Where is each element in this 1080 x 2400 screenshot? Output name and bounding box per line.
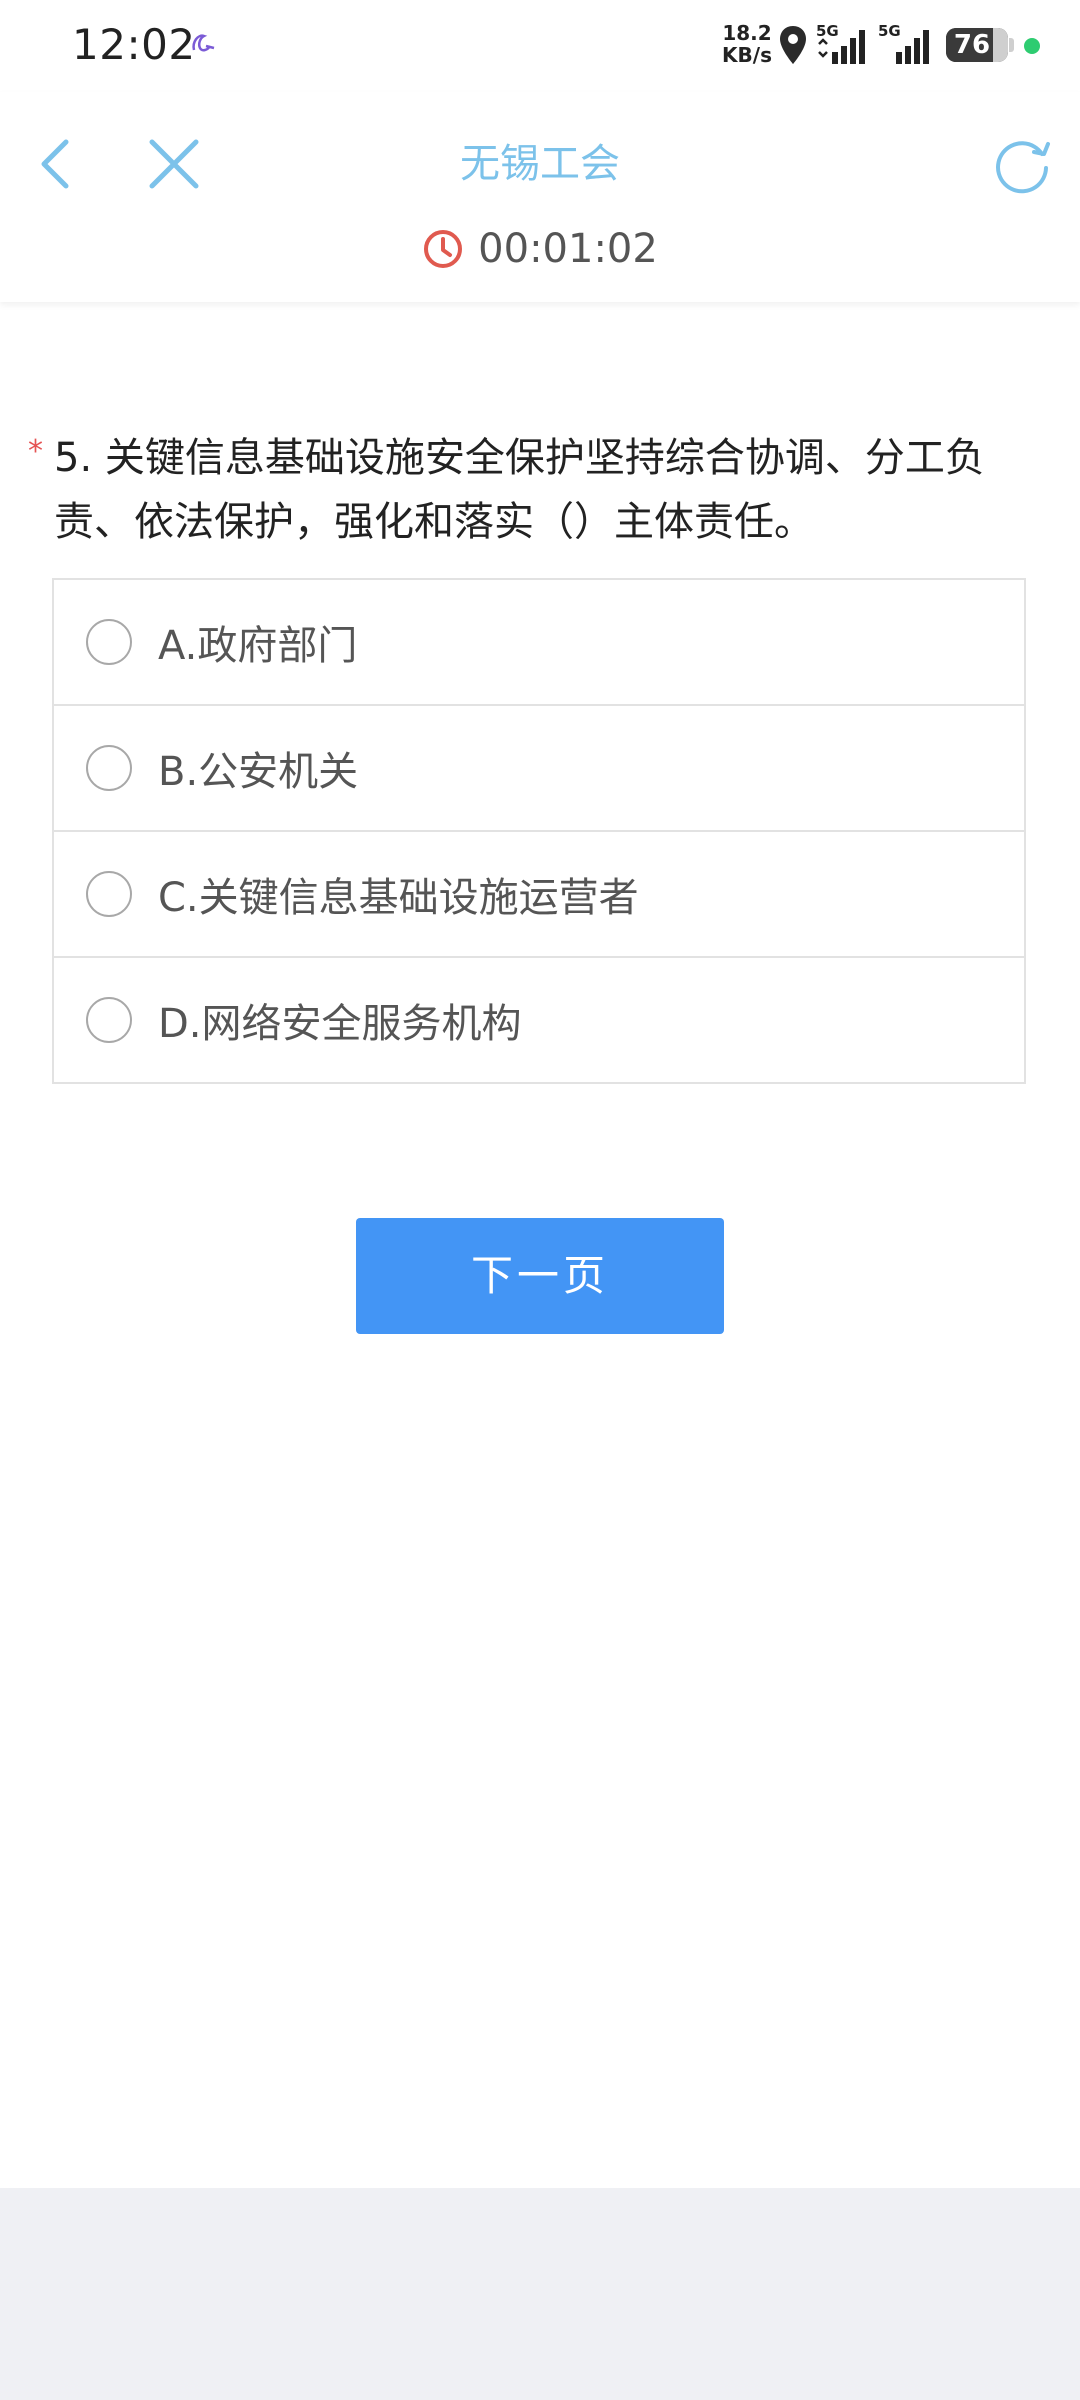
back-arrow-icon[interactable] xyxy=(34,132,74,196)
battery-level: 76 xyxy=(953,30,991,60)
required-mark: * xyxy=(28,434,43,469)
option-c[interactable]: C.关键信息基础设施运营者 xyxy=(54,832,1024,958)
privacy-indicator-dot xyxy=(1024,38,1040,54)
question: * 5. 关键信息基础设施安全保护坚持综合协调、分工负责、依法保护，强化和落实（… xyxy=(28,426,1028,554)
battery-nub xyxy=(1009,38,1014,52)
close-icon[interactable] xyxy=(144,132,204,196)
option-label: A.政府部门 xyxy=(158,623,358,669)
next-page-button[interactable]: 下一页 xyxy=(356,1218,724,1334)
clock-icon xyxy=(424,230,463,268)
network-speed-unit: KB/s xyxy=(722,43,772,67)
signal-5g-icon-2: 5G xyxy=(878,22,929,64)
options-list: A.政府部门 B.公安机关 C.关键信息基础设施运营者 D.网络安全服务机构 xyxy=(52,578,1026,1084)
svg-text:5G: 5G xyxy=(816,22,839,40)
option-label: B.公安机关 xyxy=(158,749,359,795)
network-speed: 18.2 KB/s xyxy=(722,22,772,66)
option-a[interactable]: A.政府部门 xyxy=(54,580,1024,706)
option-d[interactable]: D.网络安全服务机构 xyxy=(54,958,1024,1082)
page-title: 无锡工会 xyxy=(460,141,620,187)
option-b[interactable]: B.公安机关 xyxy=(54,706,1024,832)
signal-5g-icon: 5G xyxy=(816,22,865,64)
option-label: D.网络安全服务机构 xyxy=(158,1001,522,1047)
header: 无锡工会 00:01:02 xyxy=(0,92,1080,302)
radio-button[interactable] xyxy=(86,745,132,791)
option-label: C.关键信息基础设施运营者 xyxy=(158,875,639,921)
svg-text:5G: 5G xyxy=(878,22,901,40)
app-notification-icon xyxy=(192,34,215,52)
status-time: 12:02 xyxy=(72,20,196,69)
footer-area xyxy=(0,2188,1080,2400)
radio-button[interactable] xyxy=(86,619,132,665)
refresh-icon[interactable] xyxy=(990,132,1054,196)
battery-icon: 76 xyxy=(946,28,1008,62)
countdown-timer: 00:01:02 xyxy=(0,226,1080,282)
network-speed-value: 18.2 xyxy=(722,21,772,45)
radio-button[interactable] xyxy=(86,997,132,1043)
question-text: 5. 关键信息基础设施安全保护坚持综合协调、分工负责、依法保护，强化和落实（）主… xyxy=(54,435,985,545)
radio-button[interactable] xyxy=(86,871,132,917)
status-bar: 12:02 18.2 KB/s 5G 5G 76 xyxy=(0,0,1080,92)
location-icon xyxy=(780,26,806,64)
timer-text: 00:01:02 xyxy=(478,226,658,272)
